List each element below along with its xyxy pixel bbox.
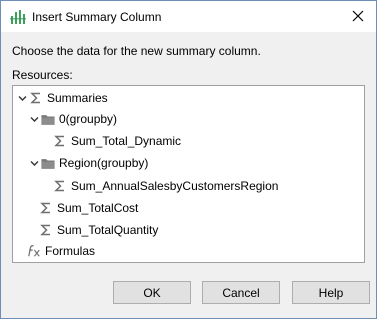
title-bar: Insert Summary Column: [1, 1, 376, 32]
folder-icon: [41, 156, 55, 170]
tree-node-formulas[interactable]: Formulas: [27, 241, 95, 261]
sigma-icon: [29, 91, 43, 105]
help-button[interactable]: Help: [292, 281, 370, 304]
instruction-text: Choose the data for the new summary colu…: [12, 44, 261, 58]
tree-node-label: Sum_TotalQuantity: [57, 223, 159, 237]
tree-node-label: Sum_AnnualSalesbyCustomersRegion: [71, 179, 279, 193]
chevron-down-icon[interactable]: [29, 158, 39, 168]
resources-label: Resources:: [12, 68, 73, 82]
tree-node-group0[interactable]: 0(groupby): [29, 109, 117, 129]
folder-icon: [41, 112, 55, 126]
cancel-button[interactable]: Cancel: [202, 281, 280, 304]
close-icon: [352, 10, 364, 22]
window-title: Insert Summary Column: [32, 10, 162, 24]
dialog-body: Choose the data for the new summary colu…: [1, 32, 376, 318]
tree-node-sum-annual-sales[interactable]: Sum_AnnualSalesbyCustomersRegion: [53, 176, 278, 196]
close-button[interactable]: [345, 5, 371, 27]
chart-app-icon: [10, 9, 26, 25]
chevron-down-icon[interactable]: [17, 93, 27, 103]
tree-node-sum-totalcost[interactable]: Sum_TotalCost: [39, 198, 138, 218]
sigma-icon: [53, 179, 67, 193]
tree-node-sum-totalquantity[interactable]: Sum_TotalQuantity: [39, 220, 158, 240]
ok-button[interactable]: OK: [113, 281, 191, 304]
sigma-icon: [39, 223, 53, 237]
sigma-icon: [39, 201, 53, 215]
chevron-down-icon[interactable]: [29, 114, 39, 124]
insert-summary-column-dialog: Insert Summary Column Choose the data fo…: [0, 0, 377, 319]
tree-node-label: Sum_TotalCost: [57, 201, 139, 215]
formula-fx-icon: [27, 244, 41, 258]
tree-node-summaries[interactable]: Summaries: [17, 88, 108, 108]
tree-node-label: Region(groupby): [59, 156, 149, 170]
resources-tree[interactable]: Summaries 0(groupby) Sum_Total_Dynamic R…: [12, 85, 365, 263]
tree-node-label: Formulas: [45, 244, 96, 258]
tree-node-label: Sum_Total_Dynamic: [71, 134, 182, 148]
tree-node-sum-total-dynamic[interactable]: Sum_Total_Dynamic: [53, 131, 181, 151]
tree-node-label: 0(groupby): [59, 112, 118, 126]
sigma-icon: [53, 134, 67, 148]
tree-node-region-group[interactable]: Region(groupby): [29, 153, 148, 173]
tree-node-label: Summaries: [47, 91, 108, 105]
